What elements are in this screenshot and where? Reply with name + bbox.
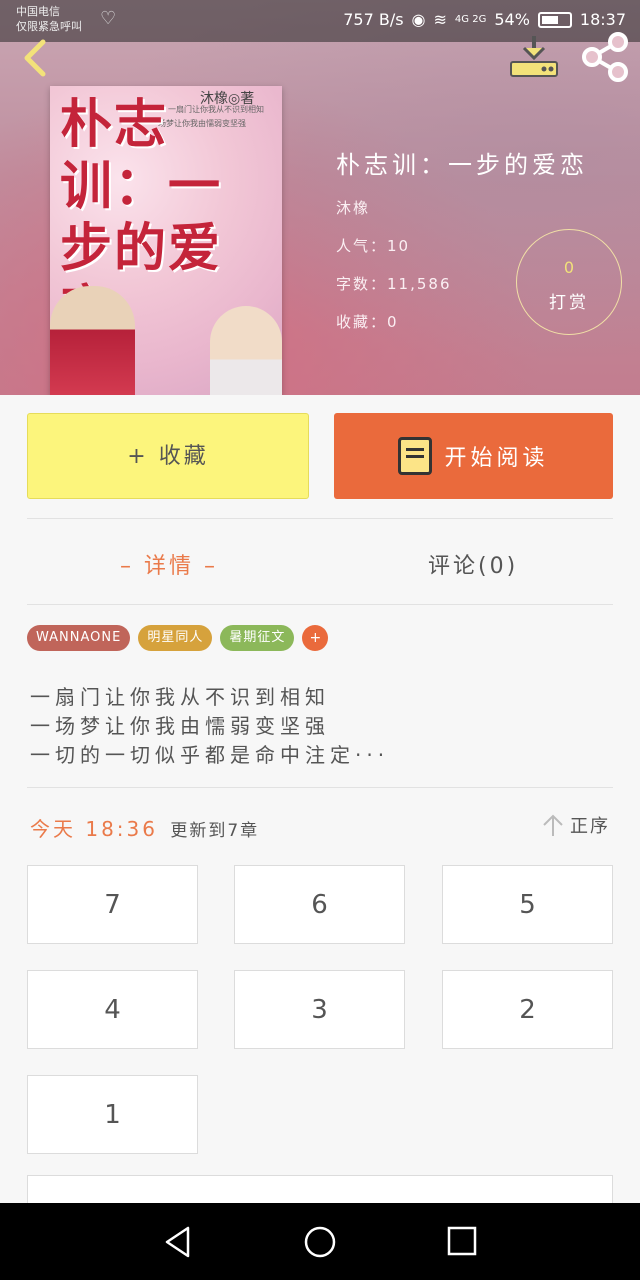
status-icons: 757 B/s ◉ ≋ 4G 2G 54% 18:37 [343,10,626,29]
carrier-status: 仅限紧急呼叫 [16,20,82,33]
chapter-button[interactable]: 6 [234,865,405,944]
update-info: 今天 18:36 更新到7章 [30,813,259,842]
arrow-up-icon [543,814,563,836]
chapter-button[interactable]: 7 [27,865,198,944]
book-favorites: 收藏：0 [336,313,399,331]
carrier-name: 中国电信 [16,5,60,18]
tip-button[interactable]: 0 打赏 [516,229,622,335]
network-speed: 757 B/s [343,10,404,29]
divider [27,604,613,605]
signal-icon: 4G 2G [454,14,487,25]
cover-figure [210,306,282,395]
health-icon: ♡ [100,8,117,29]
sort-order-toggle[interactable]: 正序 [542,812,610,838]
book-popularity: 人气：10 [336,237,411,255]
tab-comments[interactable]: 评论(0) [428,548,518,580]
system-navigation-bar [0,1203,640,1280]
divider [27,518,613,519]
eye-icon: ◉ [411,10,426,29]
tip-label: 打赏 [549,293,589,313]
battery-icon [537,11,572,28]
sort-order-label: 正序 [570,816,610,837]
nav-recent-apps-icon[interactable] [447,1226,477,1256]
back-arrow-icon[interactable] [16,38,56,78]
chapter-button[interactable]: 5 [442,865,613,944]
wifi-icon: ≋ [433,10,447,29]
book-header: 中国电信 仅限紧急呼叫 ♡ 757 B/s ◉ ≋ 4G 2G 54% 18:3… [0,0,640,395]
download-icon[interactable] [508,34,560,80]
description-line: 一切的一切似乎都是命中注定··· [30,743,390,767]
tip-count: 0 [563,258,575,277]
share-icon[interactable] [580,32,630,82]
tab-details[interactable]: – 详情 – [120,548,218,580]
start-reading-label: 开始阅读 [444,446,549,471]
update-time: 今天 18:36 [30,817,158,841]
add-tag-button[interactable]: + [302,625,329,651]
tag-item[interactable]: WANNAONE [27,625,131,651]
chapter-button[interactable]: 3 [234,970,405,1049]
description-line: 一场梦让你我由懦弱变坚强 [30,714,330,738]
book-icon [398,437,433,475]
add-to-collection-button[interactable]: + 收藏 [27,413,309,499]
clock: 18:37 [579,10,626,29]
update-text: 更新到7章 [170,821,260,841]
tag-list: WANNAONE 明星同人 暑期征文 + [27,625,329,651]
divider [27,787,613,788]
tag-item[interactable]: 暑期征文 [220,625,295,651]
book-author: 沐橡 [336,199,371,217]
nav-home-icon[interactable] [303,1225,337,1259]
book-cover[interactable]: 沐橡◎著 一扇门让你我从不识到相知 一场梦让你我由懦弱变坚强 朴志训：一步的爱恋 [50,86,282,395]
chapter-button[interactable]: 4 [27,970,198,1049]
carrier-info: 中国电信 仅限紧急呼叫 [16,4,82,34]
nav-back-icon[interactable] [162,1225,196,1259]
start-reading-button[interactable]: 开始阅读 [334,413,613,499]
battery-percent: 54% [494,10,530,29]
book-title: 朴志训：一步的爱恋 [336,151,588,179]
book-word-count: 字数：11,586 [336,275,452,293]
book-description: 一扇门让你我从不识到相知 一场梦让你我由懦弱变坚强 一切的一切似乎都是命中注定·… [30,683,610,770]
description-line: 一扇门让你我从不识到相知 [30,685,330,709]
tag-item[interactable]: 明星同人 [138,625,213,651]
chapter-button[interactable]: 2 [442,970,613,1049]
cover-figure [50,286,135,395]
chapter-button[interactable]: 1 [27,1075,198,1154]
